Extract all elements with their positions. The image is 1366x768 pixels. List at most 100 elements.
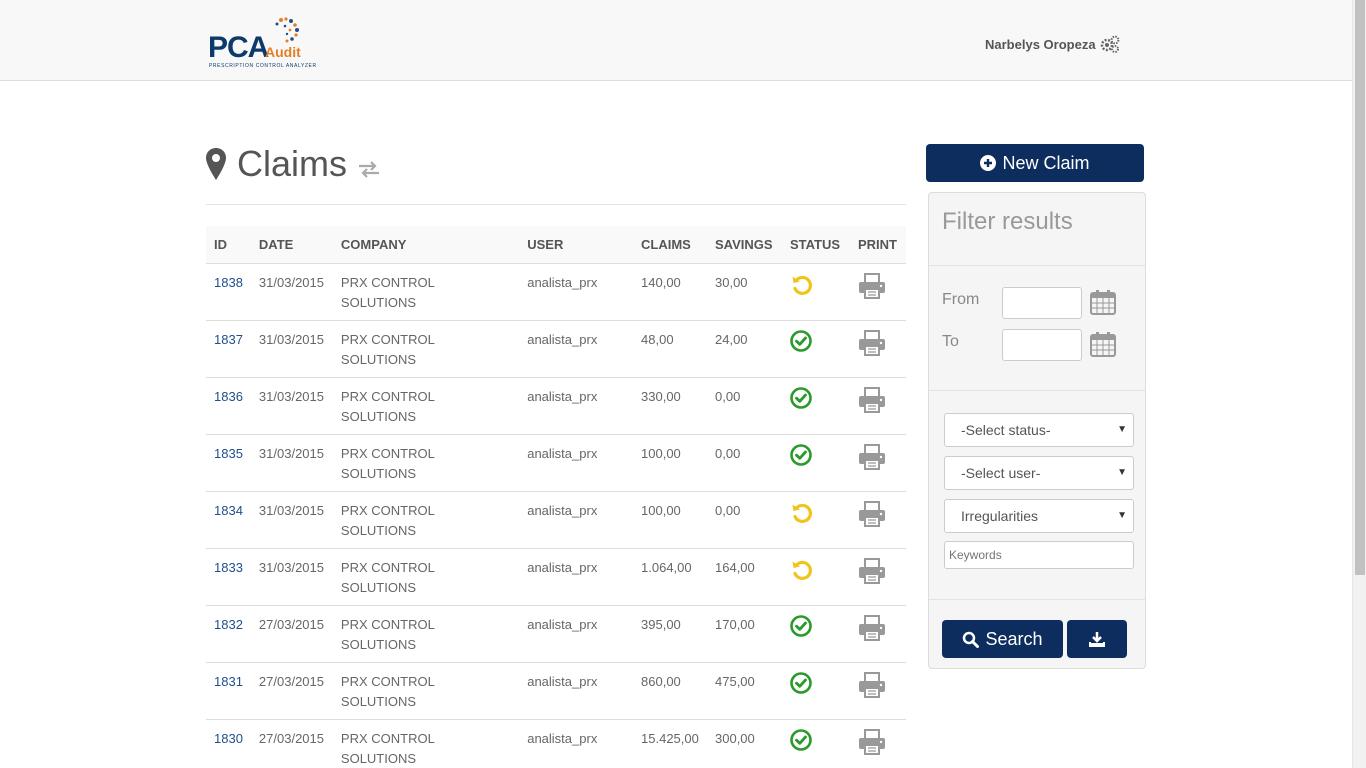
logo-tagline: PRESCRIPTION CONTROL ANALYZER (209, 63, 317, 69)
header-status[interactable]: STATUS (781, 226, 850, 264)
header-date[interactable]: DATE (250, 226, 333, 264)
logo-main-text: PCA (208, 31, 269, 64)
status-select-value: -Select status- (961, 422, 1051, 438)
filter-divider (929, 390, 1145, 391)
table-row[interactable]: 1835 31/03/2015 PRX CONTROL SOLUTIONS anali… (206, 434, 906, 492)
cell-id: 1831 (206, 662, 251, 720)
irregularities-select[interactable]: Irregularities ▼ (944, 499, 1134, 533)
status-select[interactable]: -Select status- ▼ (944, 413, 1134, 447)
check-circle-icon[interactable] (790, 728, 812, 757)
header-claims[interactable]: CLAIMS (633, 226, 707, 264)
claim-id-link[interactable]: 1833 (214, 560, 243, 575)
page-scrollbar[interactable] (1352, 0, 1366, 768)
table-row[interactable]: 1833 31/03/2015 PRX CONTROL SOLUTIONS anali… (206, 548, 906, 606)
cell-user: analista_prx (519, 662, 634, 720)
cell-status (781, 491, 850, 549)
from-label: From (942, 291, 980, 308)
claims-table-body: 1838 31/03/2015 PRX CONTROL SOLUTIONS anali… (206, 263, 906, 768)
cell-id: 1833 (206, 548, 251, 606)
claim-id-link[interactable]: 1836 (214, 389, 243, 404)
print-icon[interactable] (858, 728, 886, 761)
gears-icon (1100, 35, 1119, 53)
undo-icon[interactable] (790, 501, 814, 531)
header-company[interactable]: COMPANY (332, 226, 520, 264)
cell-date: 31/03/2015 (250, 548, 333, 606)
table-row[interactable]: 1838 31/03/2015 PRX CONTROL SOLUTIONS anali… (206, 263, 906, 321)
undo-icon[interactable] (790, 558, 814, 588)
claim-id-link[interactable]: 1831 (214, 674, 243, 689)
claim-id-link[interactable]: 1832 (214, 617, 243, 632)
filter-divider (929, 599, 1145, 600)
table-row[interactable]: 1831 27/03/2015 PRX CONTROL SOLUTIONS anali… (206, 662, 906, 720)
print-icon[interactable] (858, 557, 886, 590)
new-claim-button[interactable]: New Claim (926, 144, 1144, 182)
claim-id-link[interactable]: 1834 (214, 503, 243, 518)
table-row[interactable]: 1834 31/03/2015 PRX CONTROL SOLUTIONS anali… (206, 491, 906, 549)
cell-status (781, 548, 850, 606)
cell-company: PRX CONTROL SOLUTIONS (332, 377, 520, 435)
check-circle-icon[interactable] (790, 329, 812, 358)
check-circle-icon[interactable] (790, 386, 812, 415)
irregularities-select-value: Irregularities (961, 508, 1039, 524)
cell-id: 1836 (206, 377, 251, 435)
header-print: PRINT (849, 226, 906, 264)
cell-print (849, 434, 906, 492)
cell-savings: 475,00 (707, 662, 782, 720)
table-row[interactable]: 1830 27/03/2015 PRX CONTROL SOLUTIONS anali… (206, 719, 906, 768)
print-icon[interactable] (858, 500, 886, 533)
print-icon[interactable] (858, 614, 886, 647)
cell-claims: 1.064,00 (633, 548, 707, 606)
cell-company: PRX CONTROL SOLUTIONS (332, 605, 520, 663)
scrollbar-thumb[interactable] (1355, 0, 1365, 575)
pca-audit-logo[interactable]: PCA Audit PRESCRIPTION CONTROL ANALYZER (207, 17, 317, 71)
undo-icon[interactable] (790, 273, 814, 303)
cell-date: 31/03/2015 (250, 320, 333, 378)
header-savings[interactable]: SAVINGS (707, 226, 782, 264)
print-icon[interactable] (858, 386, 886, 419)
claim-id-link[interactable]: 1830 (214, 731, 243, 746)
cell-print (849, 263, 906, 321)
check-circle-icon[interactable] (790, 614, 812, 643)
print-icon[interactable] (858, 443, 886, 476)
claim-id-link[interactable]: 1835 (214, 446, 243, 461)
cell-status (781, 434, 850, 492)
print-icon[interactable] (858, 671, 886, 704)
header-user[interactable]: USER (519, 226, 634, 264)
user-select[interactable]: -Select user- ▼ (944, 456, 1134, 490)
cell-status (781, 320, 850, 378)
keywords-input[interactable] (944, 541, 1134, 569)
claim-id-link[interactable]: 1838 (214, 275, 243, 290)
header-id[interactable]: ID (206, 226, 251, 264)
cell-id: 1834 (206, 491, 251, 549)
user-menu[interactable]: Narbelys Oropeza (985, 35, 1120, 53)
cell-status (781, 605, 850, 663)
download-button[interactable] (1067, 620, 1127, 658)
to-date-input[interactable] (1002, 329, 1082, 361)
cell-id: 1835 (206, 434, 251, 492)
print-icon[interactable] (858, 329, 886, 362)
print-icon[interactable] (858, 272, 886, 305)
cell-claims: 140,00 (633, 263, 707, 321)
calendar-icon[interactable] (1090, 331, 1116, 357)
dropdown-arrow-icon: ▼ (1117, 467, 1127, 478)
cell-user: analista_prx (519, 434, 634, 492)
claim-id-link[interactable]: 1837 (214, 332, 243, 347)
cell-user: analista_prx (519, 263, 634, 321)
check-circle-icon[interactable] (790, 443, 812, 472)
table-row[interactable]: 1832 27/03/2015 PRX CONTROL SOLUTIONS anali… (206, 605, 906, 663)
cell-status (781, 662, 850, 720)
table-row[interactable]: 1836 31/03/2015 PRX CONTROL SOLUTIONS anali… (206, 377, 906, 435)
cell-id: 1838 (206, 263, 251, 321)
filter-divider (929, 265, 1145, 266)
exchange-icon[interactable] (357, 160, 381, 178)
cell-date: 27/03/2015 (250, 719, 333, 768)
from-date-input[interactable] (1002, 287, 1082, 319)
search-button[interactable]: Search (942, 620, 1063, 658)
download-icon (1089, 632, 1105, 647)
cell-print (849, 548, 906, 606)
cell-company: PRX CONTROL SOLUTIONS (332, 662, 520, 720)
table-row[interactable]: 1837 31/03/2015 PRX CONTROL SOLUTIONS anali… (206, 320, 906, 378)
check-circle-icon[interactable] (790, 671, 812, 700)
logo-dots-graphic (275, 17, 299, 43)
calendar-icon[interactable] (1090, 289, 1116, 315)
